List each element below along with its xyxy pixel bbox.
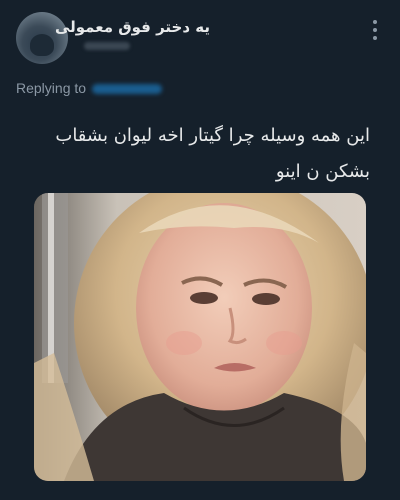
tweet-text: این همه وسیله چرا گیتار اخه لیوان بشقاب … [30,118,370,190]
replying-to-label: Replying to [16,80,87,96]
vertical-ellipsis-icon[interactable] [372,20,378,40]
avatar-figure [30,34,54,56]
dot-icon [373,36,377,40]
display-name[interactable]: یه دختر فوق معمولی [55,18,210,36]
tweet-text-line-1: این همه وسیله چرا گیتار اخه لیوان بشقاب [55,125,370,146]
reply-target-handle-blurred[interactable] [92,84,162,94]
dot-icon [373,28,377,32]
tweet-card: یه دختر فوق معمولی Replying to این همه و… [0,0,400,500]
dot-icon [373,20,377,24]
tweet-text-line-2: بشکن ن اینو [275,161,370,182]
child-photo-illustration [34,193,366,481]
tweet-media-photo[interactable] [34,193,366,481]
user-handle-blurred[interactable] [84,42,130,50]
